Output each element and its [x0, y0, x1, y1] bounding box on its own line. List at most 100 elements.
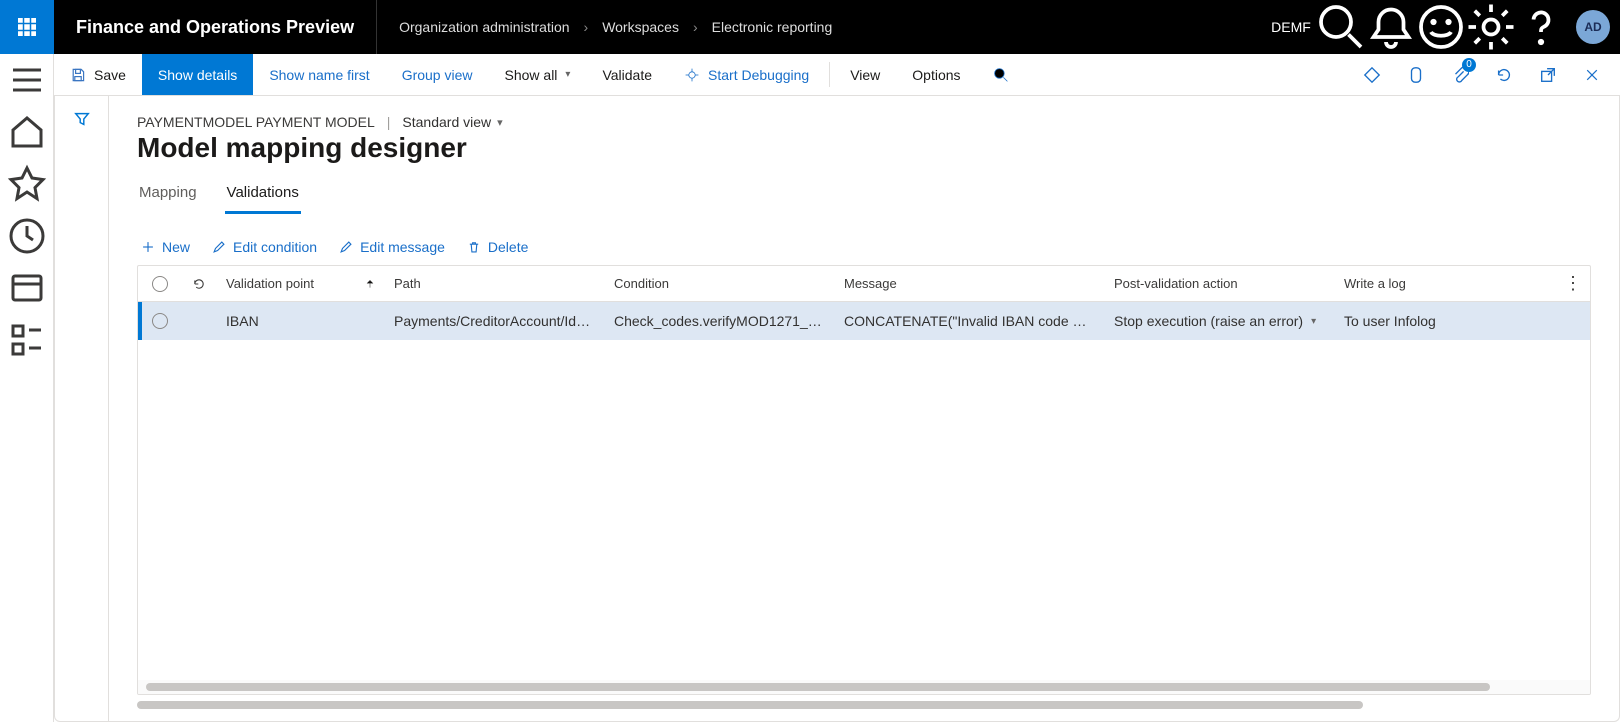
group-view-button[interactable]: Group view	[386, 54, 489, 95]
tab-mapping[interactable]: Mapping	[137, 178, 199, 214]
modules-icon	[7, 320, 47, 360]
app-launcher-button[interactable]	[0, 0, 54, 54]
refresh-button[interactable]	[1484, 54, 1524, 95]
page-horizontal-scrollbar[interactable]	[137, 699, 1583, 711]
start-debugging-button[interactable]: Start Debugging	[668, 54, 825, 95]
page-icon	[1407, 66, 1425, 84]
global-header: Finance and Operations Preview Organizat…	[0, 0, 1620, 54]
breadcrumb: Organization administration › Workspaces…	[377, 19, 854, 35]
new-button[interactable]: New	[141, 239, 190, 255]
personalize-button[interactable]	[1352, 54, 1392, 95]
settings-button[interactable]	[1466, 0, 1516, 54]
page-title: Model mapping designer	[137, 132, 1591, 164]
nav-home[interactable]	[7, 118, 47, 146]
home-icon	[7, 112, 47, 152]
popout-icon	[1539, 66, 1557, 84]
close-icon	[1584, 67, 1600, 83]
chevron-down-icon: ▾	[1311, 316, 1316, 327]
col-message[interactable]: Message	[834, 276, 1104, 291]
attachments-button[interactable]: 0	[1440, 54, 1480, 95]
breadcrumb-item[interactable]: Electronic reporting	[712, 19, 833, 35]
view-menu[interactable]: View	[834, 54, 896, 95]
clock-icon	[7, 216, 47, 256]
grid-horizontal-scrollbar[interactable]	[138, 680, 1590, 694]
feedback-button[interactable]	[1416, 0, 1466, 54]
app-title: Finance and Operations Preview	[54, 0, 377, 54]
grid-column-options[interactable]: ⋮	[1556, 273, 1590, 294]
tab-list: Mapping Validations	[137, 178, 1591, 215]
close-button[interactable]	[1572, 54, 1612, 95]
edit-condition-button[interactable]: Edit condition	[212, 239, 317, 255]
tab-validations[interactable]: Validations	[225, 178, 301, 214]
workspace-icon	[7, 268, 47, 308]
chevron-down-icon: ▾	[497, 116, 503, 129]
smiley-icon	[1416, 2, 1466, 52]
attachments-badge: 0	[1462, 58, 1476, 72]
validate-button[interactable]: Validate	[586, 54, 668, 95]
edit-message-button[interactable]: Edit message	[339, 239, 445, 255]
cell-message: CONCATENATE("Invalid IBAN code ha…	[834, 313, 1104, 329]
notifications-button[interactable]	[1366, 0, 1416, 54]
cell-validation-point: IBAN	[216, 313, 356, 329]
waffle-icon	[18, 18, 36, 36]
pencil-icon	[339, 240, 353, 254]
col-write-log[interactable]: Write a log	[1334, 276, 1556, 291]
nav-expand-button[interactable]	[7, 66, 47, 94]
gear-icon	[1466, 2, 1516, 52]
show-all-dropdown[interactable]: Show all▾	[489, 54, 587, 95]
action-search-button[interactable]	[977, 54, 1025, 95]
cell-condition: Check_codes.verifyMOD1271_3…	[604, 313, 834, 329]
col-path[interactable]: Path	[384, 276, 604, 291]
cell-path: Payments/CreditorAccount/Iden…	[384, 313, 604, 329]
search-icon	[1316, 2, 1366, 52]
chevron-down-icon: ▾	[565, 69, 570, 80]
popout-button[interactable]	[1528, 54, 1568, 95]
nav-workspaces[interactable]	[7, 274, 47, 302]
select-all[interactable]	[138, 276, 182, 292]
nav-favorites[interactable]	[7, 170, 47, 198]
help-icon	[1516, 2, 1566, 52]
company-picker[interactable]: DEMF	[1266, 0, 1316, 54]
table-row[interactable]: IBAN Payments/CreditorAccount/Iden… Chec…	[138, 302, 1590, 340]
chevron-right-icon: ›	[693, 19, 698, 35]
cell-write-log: To user Infolog	[1334, 313, 1556, 329]
nav-rail	[0, 54, 54, 722]
save-icon	[70, 67, 86, 83]
nav-modules[interactable]	[7, 326, 47, 354]
save-button[interactable]: Save	[54, 54, 142, 95]
delete-button[interactable]: Delete	[467, 239, 528, 255]
chevron-right-icon: ›	[584, 19, 589, 35]
action-pane: Save Show details Show name first Group …	[54, 54, 1620, 96]
filter-pane-toggle[interactable]	[55, 96, 109, 721]
col-post-action[interactable]: Post-validation action	[1104, 276, 1334, 291]
show-name-first-button[interactable]: Show name first	[253, 54, 385, 95]
col-condition[interactable]: Condition	[604, 276, 834, 291]
view-selector[interactable]: Standard view ▾	[402, 114, 502, 130]
filter-icon	[73, 110, 91, 128]
arrow-up-icon	[364, 278, 376, 290]
model-ref: PAYMENTMODEL PAYMENT MODEL	[137, 114, 375, 130]
grid-toolbar: New Edit condition Edit message Delete	[137, 239, 1591, 255]
plus-icon	[141, 240, 155, 254]
user-avatar[interactable]: AD	[1576, 10, 1610, 44]
save-label: Save	[94, 67, 126, 83]
diamond-icon	[1363, 66, 1381, 84]
options-menu[interactable]: Options	[896, 54, 976, 95]
cell-post-action[interactable]: Stop execution (raise an error) ▾	[1104, 313, 1334, 329]
nav-recent[interactable]	[7, 222, 47, 250]
debug-icon	[684, 67, 700, 83]
sort-indicator[interactable]	[356, 278, 384, 290]
grid-refresh[interactable]	[182, 277, 216, 291]
breadcrumb-item[interactable]: Organization administration	[399, 19, 569, 35]
page-options-button[interactable]	[1396, 54, 1436, 95]
page-header: PAYMENTMODEL PAYMENT MODEL | Standard vi…	[137, 114, 1591, 178]
col-validation-point[interactable]: Validation point	[216, 276, 356, 291]
search-button[interactable]	[1316, 0, 1366, 54]
refresh-icon	[1495, 66, 1513, 84]
trash-icon	[467, 240, 481, 254]
show-details-button[interactable]: Show details	[142, 54, 253, 95]
help-button[interactable]	[1516, 0, 1566, 54]
row-select[interactable]	[138, 313, 182, 329]
breadcrumb-item[interactable]: Workspaces	[602, 19, 679, 35]
pencil-icon	[212, 240, 226, 254]
